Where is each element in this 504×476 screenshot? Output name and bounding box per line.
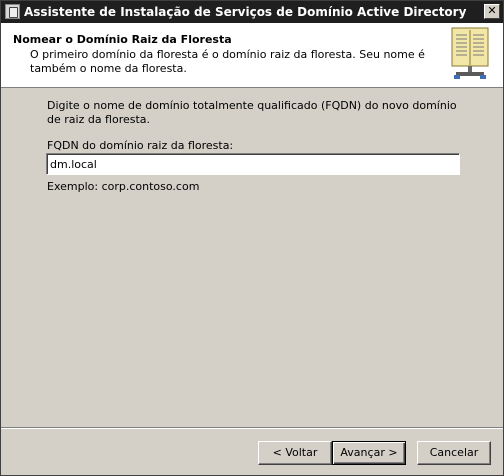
footer-separator xyxy=(1,427,503,429)
title-bar[interactable]: Assistente de Instalação de Serviços de … xyxy=(1,1,503,23)
fqdn-label: FQDN do domínio raiz da floresta: xyxy=(47,139,234,152)
wizard-window: Assistente de Instalação de Serviços de … xyxy=(0,0,504,476)
cancel-button[interactable]: Cancelar xyxy=(417,441,491,465)
example-text: Exemplo: corp.contoso.com xyxy=(47,180,200,193)
fqdn-input[interactable] xyxy=(46,153,460,175)
page-title: Nomear o Domínio Raiz da Floresta xyxy=(13,33,232,46)
close-button[interactable]: ✕ xyxy=(484,4,500,19)
book-icon xyxy=(451,27,489,79)
back-button[interactable]: < Voltar xyxy=(258,441,332,465)
next-button[interactable]: Avançar > xyxy=(332,441,406,465)
instruction-text: Digite o nome de domínio totalmente qual… xyxy=(47,99,457,126)
wizard-header: Nomear o Domínio Raiz da Floresta O prim… xyxy=(1,23,503,88)
window-title: Assistente de Instalação de Serviços de … xyxy=(24,5,467,19)
app-icon xyxy=(5,4,20,19)
page-description: O primeiro domínio da floresta é o domín… xyxy=(30,48,425,75)
